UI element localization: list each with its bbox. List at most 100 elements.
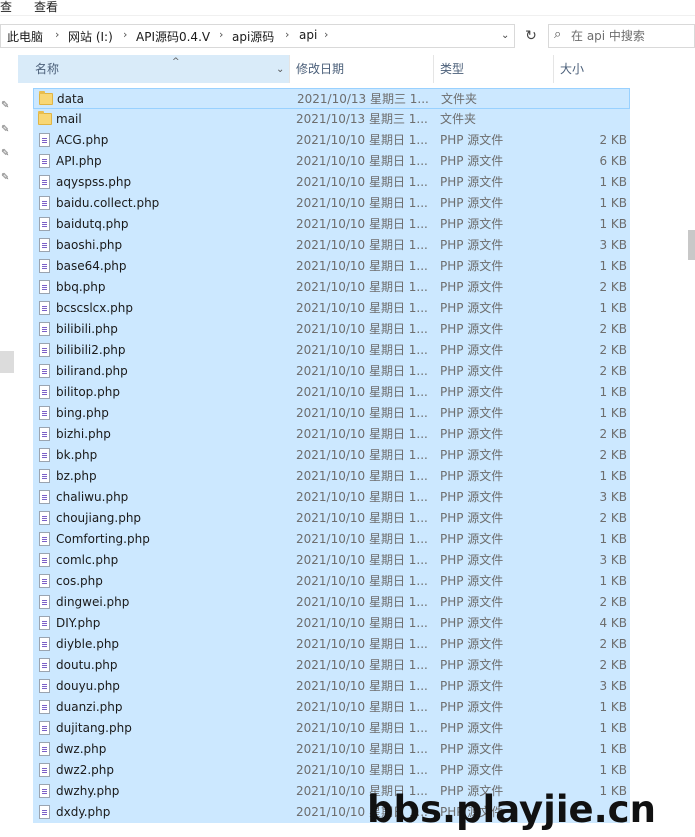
file-row[interactable]: ACG.php 2021/10/10 星期日 1... PHP 源文件 2 KB <box>33 130 630 151</box>
breadcrumb-api[interactable]: api <box>299 28 317 42</box>
file-row[interactable]: bcscslcx.php 2021/10/10 星期日 1... PHP 源文件 1 … <box>33 298 630 319</box>
file-date: 2021/10/10 星期日 1... <box>296 511 428 525</box>
ribbon-tab-partial[interactable]: 查 <box>0 0 12 15</box>
file-row[interactable]: data 2021/10/13 星期三 1... 文件夹 <box>33 88 630 109</box>
column-header-size[interactable]: 大小 <box>554 55 633 83</box>
file-date: 2021/10/10 星期日 1... <box>296 448 428 462</box>
file-name: doutu.php <box>56 658 118 672</box>
file-size: 1 KB <box>599 763 627 777</box>
file-size <box>554 89 628 110</box>
file-row[interactable]: baidutq.php 2021/10/10 星期日 1... PHP 源文件 1 K… <box>33 214 630 235</box>
php-file-icon <box>39 133 50 147</box>
file-name: douyu.php <box>56 679 120 693</box>
file-name: bizhi.php <box>56 427 111 441</box>
search-box[interactable]: ⌕ <box>548 24 695 48</box>
php-file-icon <box>39 805 50 819</box>
breadcrumb-api-source[interactable]: API源码0.4.V <box>136 28 210 45</box>
ribbon-tab-view[interactable]: 查看 <box>34 0 58 15</box>
php-file-icon <box>39 259 50 273</box>
file-row[interactable]: API.php 2021/10/10 星期日 1... PHP 源文件 6 KB <box>33 151 630 172</box>
file-row[interactable]: bk.php 2021/10/10 星期日 1... PHP 源文件 2 KB <box>33 445 630 466</box>
file-row[interactable]: bilirand.php 2021/10/10 星期日 1... PHP 源文件 2 … <box>33 361 630 382</box>
file-date: 2021/10/10 星期日 1... <box>296 175 428 189</box>
refresh-icon[interactable]: ↻ <box>520 24 542 48</box>
column-header-date[interactable]: 修改日期 <box>290 55 434 83</box>
search-input[interactable] <box>571 28 691 44</box>
file-date: 2021/10/10 星期日 1... <box>296 364 428 378</box>
file-row[interactable]: bz.php 2021/10/10 星期日 1... PHP 源文件 1 KB <box>33 466 630 487</box>
file-row[interactable]: dwz2.php 2021/10/10 星期日 1... PHP 源文件 1 KB <box>33 760 630 781</box>
file-row[interactable]: bilibili2.php 2021/10/10 星期日 1... PHP 源文件 2… <box>33 340 630 361</box>
file-type: PHP 源文件 <box>440 700 504 714</box>
file-row[interactable]: mail 2021/10/13 星期三 1... 文件夹 <box>33 109 630 130</box>
file-row[interactable]: dujitang.php 2021/10/10 星期日 1... PHP 源文件 1 … <box>33 718 630 739</box>
file-row[interactable]: baidu.collect.php 2021/10/10 星期日 1... PHP … <box>33 193 630 214</box>
file-row[interactable]: aqyspss.php 2021/10/10 星期日 1... PHP 源文件 1 K… <box>33 172 630 193</box>
php-file-icon <box>39 406 50 420</box>
php-file-icon <box>39 700 50 714</box>
ribbon-strip: 查 查看 <box>0 0 695 16</box>
file-row[interactable]: bbq.php 2021/10/10 星期日 1... PHP 源文件 2 KB <box>33 277 630 298</box>
file-row[interactable]: bizhi.php 2021/10/10 星期日 1... PHP 源文件 2 KB <box>33 424 630 445</box>
file-date: 2021/10/10 星期日 1... <box>296 721 428 735</box>
file-size: 3 KB <box>599 490 627 504</box>
address-dropdown-icon[interactable]: ⌄ <box>501 30 509 41</box>
file-type: PHP 源文件 <box>440 448 504 462</box>
file-size: 2 KB <box>599 427 627 441</box>
address-bar[interactable]: 此电脑 › 网站 (I:) › API源码0.4.V › api源码 › api… <box>0 24 515 48</box>
file-row[interactable]: DIY.php 2021/10/10 星期日 1... PHP 源文件 4 KB <box>33 613 630 634</box>
file-type: PHP 源文件 <box>440 553 504 567</box>
breadcrumb-separator-icon[interactable]: › <box>285 28 289 41</box>
file-row[interactable]: cos.php 2021/10/10 星期日 1... PHP 源文件 1 KB <box>33 571 630 592</box>
file-type: PHP 源文件 <box>440 322 504 336</box>
file-row[interactable]: base64.php 2021/10/10 星期日 1... PHP 源文件 1 KB <box>33 256 630 277</box>
file-type: PHP 源文件 <box>440 154 504 168</box>
pin-icon[interactable]: ✎ <box>1 124 9 135</box>
file-row[interactable]: comlc.php 2021/10/10 星期日 1... PHP 源文件 3 KB <box>33 550 630 571</box>
file-row[interactable]: bing.php 2021/10/10 星期日 1... PHP 源文件 1 KB <box>33 403 630 424</box>
file-name: bilibili2.php <box>56 343 126 357</box>
file-type: PHP 源文件 <box>440 238 504 252</box>
file-row[interactable]: doutu.php 2021/10/10 星期日 1... PHP 源文件 2 KB <box>33 655 630 676</box>
breadcrumb-separator-icon[interactable]: › <box>219 28 223 41</box>
pin-icon[interactable]: ✎ <box>1 148 9 159</box>
column-header-type[interactable]: 类型 <box>434 55 554 83</box>
file-type: 文件夹 <box>440 112 477 126</box>
file-name: API.php <box>56 154 102 168</box>
file-row[interactable]: dwz.php 2021/10/10 星期日 1... PHP 源文件 1 KB <box>33 739 630 760</box>
column-header-name[interactable]: 名称 ^ ⌄ <box>18 55 290 83</box>
php-file-icon <box>39 595 50 609</box>
file-row[interactable]: bilibili.php 2021/10/10 星期日 1... PHP 源文件 2 … <box>33 319 630 340</box>
vertical-scrollbar-thumb[interactable] <box>688 230 695 260</box>
file-size: 1 KB <box>599 259 627 273</box>
php-file-icon <box>39 154 50 168</box>
php-file-icon <box>39 385 50 399</box>
file-type: PHP 源文件 <box>440 679 504 693</box>
file-row[interactable]: choujiang.php 2021/10/10 星期日 1... PHP 源文件 2… <box>33 508 630 529</box>
file-row[interactable]: Comforting.php 2021/10/10 星期日 1... PHP 源文件… <box>33 529 630 550</box>
file-row[interactable]: dingwei.php 2021/10/10 星期日 1... PHP 源文件 2 K… <box>33 592 630 613</box>
file-date: 2021/10/13 星期三 1... <box>297 92 429 106</box>
breadcrumb-drive[interactable]: 网站 (I:) <box>68 28 113 45</box>
file-row[interactable]: chaliwu.php 2021/10/10 星期日 1... PHP 源文件 3 K… <box>33 487 630 508</box>
file-size: 1 KB <box>599 217 627 231</box>
file-row[interactable]: duanzi.php 2021/10/10 星期日 1... PHP 源文件 1 KB <box>33 697 630 718</box>
breadcrumb-this-pc[interactable]: 此电脑 <box>7 28 43 45</box>
file-date: 2021/10/10 星期日 1... <box>296 490 428 504</box>
breadcrumb-separator-icon[interactable]: › <box>55 28 59 41</box>
file-row[interactable]: bilitop.php 2021/10/10 星期日 1... PHP 源文件 1 K… <box>33 382 630 403</box>
file-row[interactable]: diyble.php 2021/10/10 星期日 1... PHP 源文件 2 KB <box>33 634 630 655</box>
pin-icon[interactable]: ✎ <box>1 100 9 111</box>
file-name: dwz2.php <box>56 763 115 777</box>
php-file-icon <box>39 364 50 378</box>
nav-scrollbar-thumb[interactable] <box>0 351 14 373</box>
file-row[interactable]: douyu.php 2021/10/10 星期日 1... PHP 源文件 3 KB <box>33 676 630 697</box>
file-type: PHP 源文件 <box>440 133 504 147</box>
file-row[interactable]: baoshi.php 2021/10/10 星期日 1... PHP 源文件 3 KB <box>33 235 630 256</box>
breadcrumb-separator-icon[interactable]: › <box>324 28 328 41</box>
breadcrumb-separator-icon[interactable]: › <box>123 28 127 41</box>
pin-icon[interactable]: ✎ <box>1 172 9 183</box>
file-name: choujiang.php <box>56 511 142 525</box>
breadcrumb-api-code[interactable]: api源码 <box>232 28 274 45</box>
chevron-down-icon[interactable]: ⌄ <box>276 56 284 84</box>
